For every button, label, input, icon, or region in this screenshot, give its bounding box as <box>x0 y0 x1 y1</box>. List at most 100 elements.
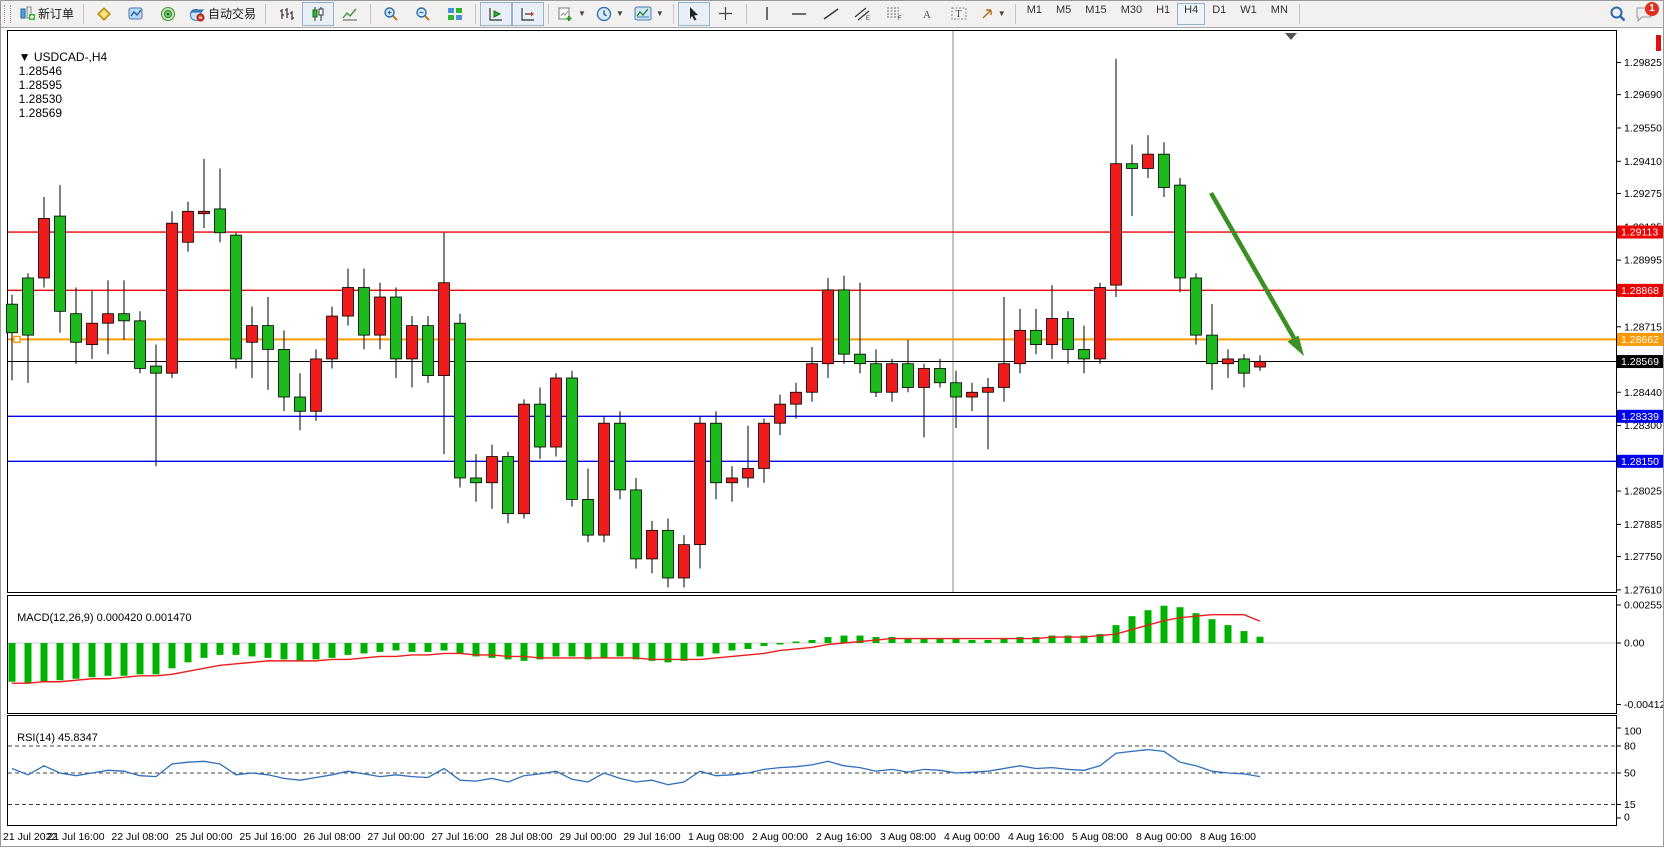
timeframe-m5-button[interactable]: M5 <box>1049 3 1078 25</box>
macd-axis-tick-label: 0.002553 <box>1624 599 1664 611</box>
timeframe-mn-button[interactable]: MN <box>1264 3 1295 25</box>
chart-canvas[interactable]: 1.298251.296901.295501.294101.292751.291… <box>0 0 1664 847</box>
toolbar-separator <box>548 4 549 24</box>
chart-shift-button[interactable] <box>512 2 544 26</box>
candle-body <box>903 364 914 388</box>
market-watch-button[interactable] <box>88 2 120 26</box>
candle-body <box>135 321 146 369</box>
line-chart-mode-button[interactable] <box>334 2 366 26</box>
toolbar-separator <box>83 4 84 24</box>
auto-trading-icon <box>189 6 205 22</box>
label-tool-button[interactable]: T <box>943 2 975 26</box>
macd-histogram-bar <box>1241 631 1248 643</box>
svg-text:T: T <box>955 9 961 20</box>
macd-histogram-bar <box>777 643 784 644</box>
tile-windows-button[interactable] <box>439 2 471 26</box>
time-axis-label: 2 Aug 00:00 <box>752 831 808 843</box>
equidistant-channel-icon: E <box>854 6 871 21</box>
timeframe-m1-button[interactable]: M1 <box>1020 3 1049 25</box>
macd-histogram-bar <box>281 643 288 659</box>
bar-chart-mode-button[interactable] <box>270 2 302 26</box>
candle-body <box>391 297 402 359</box>
candle-body <box>455 323 466 478</box>
zoom-out-button[interactable] <box>407 2 439 26</box>
timeframe-m15-button[interactable]: M15 <box>1078 3 1113 25</box>
price-level-badge-label: 1.28569 <box>1621 356 1659 368</box>
candle-body <box>935 368 946 382</box>
search-icon[interactable] <box>1609 5 1627 23</box>
gold-diamond-icon <box>96 6 112 22</box>
time-axis-label: 4 Aug 00:00 <box>944 831 1000 843</box>
time-axis-label: 3 Aug 08:00 <box>880 831 936 843</box>
toolbar-grip[interactable] <box>4 5 11 23</box>
time-axis-label: 27 Jul 00:00 <box>367 831 424 843</box>
timeframe-h1-button[interactable]: H1 <box>1149 3 1177 25</box>
candle-body <box>1031 330 1042 344</box>
timeframe-w1-button[interactable]: W1 <box>1233 3 1264 25</box>
candlestick-mode-button[interactable] <box>302 2 334 26</box>
cursor-tool-button[interactable] <box>678 2 710 26</box>
signals-button[interactable] <box>152 2 184 26</box>
dropdown-arrow-icon: ▼ <box>656 9 664 18</box>
zoom-in-button[interactable] <box>375 2 407 26</box>
candle-body <box>279 349 290 397</box>
new-order-button[interactable]: 新订单 <box>15 2 79 26</box>
candle-body <box>407 326 418 359</box>
toolbar-separator <box>265 4 266 24</box>
shapes-tool-button[interactable]: ▼ <box>975 2 1011 26</box>
chat-button[interactable]: 1 <box>1633 3 1655 25</box>
vline-tool-button[interactable] <box>751 2 783 26</box>
timeframe-m30-button[interactable]: M30 <box>1114 3 1149 25</box>
price-axis-tick-label: 1.27750 <box>1624 551 1662 563</box>
macd-histogram-bar <box>1145 610 1152 643</box>
price-level-badge-label: 1.28662 <box>1621 334 1659 346</box>
toolbar-separator <box>475 4 476 24</box>
timeframe-d1-button[interactable]: D1 <box>1205 3 1233 25</box>
toolbar-separator <box>370 4 371 24</box>
macd-histogram-bar <box>1193 613 1200 643</box>
candle-body <box>263 326 274 350</box>
candle-body <box>1207 335 1218 364</box>
quote-open: 1.28546 <box>19 64 62 78</box>
candle-body <box>55 216 66 311</box>
template-button[interactable]: ▼ <box>629 2 669 26</box>
candle-body <box>999 364 1010 388</box>
channel-tool-button[interactable]: E <box>847 2 879 26</box>
candle-body <box>231 235 242 359</box>
new-order-icon <box>20 6 35 21</box>
macd-histogram-bar <box>457 643 464 653</box>
candle-body <box>823 290 834 364</box>
dropdown-arrow-icon: ▼ <box>998 9 1006 18</box>
macd-histogram-bar <box>201 643 208 658</box>
crosshair-icon <box>718 6 733 21</box>
trendline-tool-button[interactable] <box>815 2 847 26</box>
auto-scroll-button[interactable] <box>480 2 512 26</box>
text-icon: A <box>920 7 934 21</box>
svg-text:E: E <box>866 16 870 21</box>
macd-histogram-bar <box>105 643 112 676</box>
candle-body <box>1127 164 1138 169</box>
period-button[interactable]: ▼ <box>591 2 629 26</box>
crosshair-tool-button[interactable] <box>710 2 742 26</box>
candle-body <box>599 423 610 535</box>
time-axis-label: 26 Jul 08:00 <box>303 831 360 843</box>
timeframe-h4-button[interactable]: H4 <box>1177 3 1205 25</box>
ohlc-bars-icon <box>278 6 294 22</box>
auto-trading-button[interactable]: 自动交易 <box>184 2 261 26</box>
fibonacci-tool-button[interactable]: F <box>879 2 911 26</box>
macd-histogram-bar <box>809 640 816 643</box>
hline-tool-button[interactable] <box>783 2 815 26</box>
one-click-trading-arrow-icon[interactable]: ▼ <box>19 50 34 64</box>
candle-body <box>39 218 50 278</box>
candle-body <box>647 530 658 559</box>
candle-body <box>551 378 562 447</box>
candle-body <box>951 383 962 397</box>
price-axis-tick-label: 1.29690 <box>1624 89 1662 101</box>
candle-body <box>1143 154 1154 168</box>
text-tool-button[interactable]: A <box>911 2 943 26</box>
price-axis-tick-label: 1.28440 <box>1624 387 1662 399</box>
candle-body <box>1255 362 1266 367</box>
indicators-button[interactable]: ▼ <box>553 2 591 26</box>
data-window-button[interactable] <box>120 2 152 26</box>
candle-body <box>663 530 674 578</box>
